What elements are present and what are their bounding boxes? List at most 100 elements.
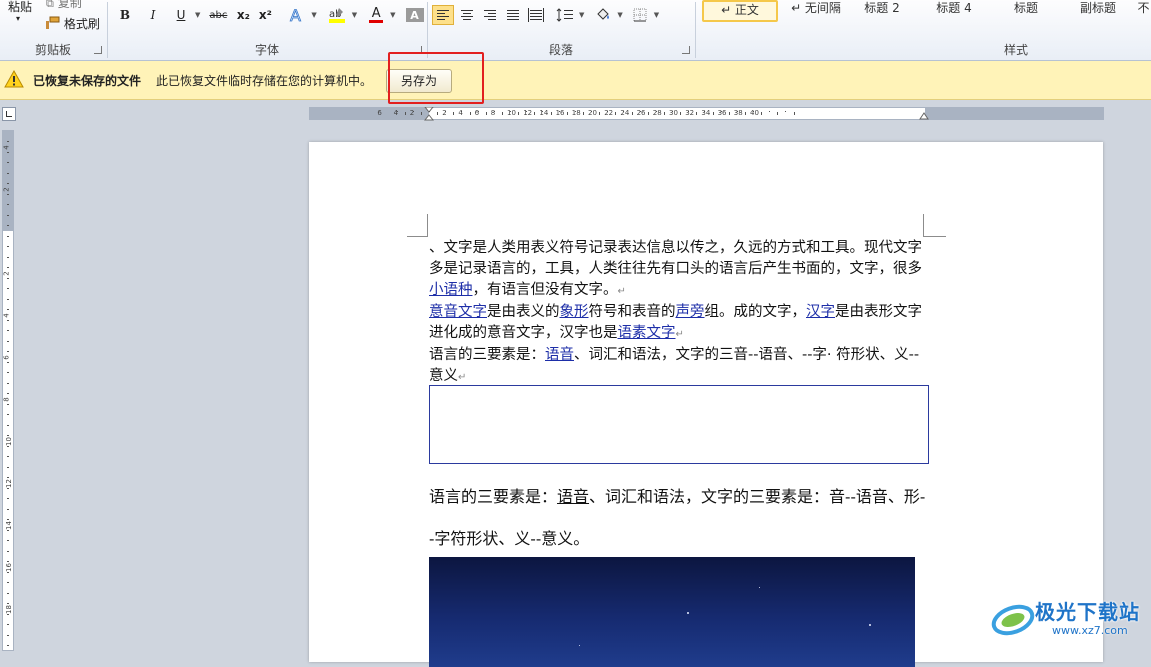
subscript-button[interactable]: x₂ (234, 6, 252, 24)
ruler-right-margin (925, 108, 1103, 119)
p2-text-2: 符号和表音的 (588, 304, 676, 320)
document-page[interactable]: 、文字是人类用表义符号记录表达信息以传之，久远的方式和工具。现代文字多是记录语言… (309, 142, 1103, 667)
empty-text-box[interactable] (429, 385, 929, 464)
right-indent-marker-icon[interactable] (919, 112, 929, 120)
ruler-number: 10 (507, 109, 516, 117)
superscript-button[interactable]: x² (256, 6, 274, 24)
paragraph-3: 语言的三要素是：语音、词汇和语法，文字的三音--语音、--字· 符形状、义--意… (429, 345, 929, 388)
underline-dropdown-icon[interactable]: ▼ (195, 11, 200, 19)
borders-dropdown-icon[interactable]: ▼ (654, 11, 659, 19)
site-watermark: 极光下载站 www.xz7.com (990, 596, 1150, 646)
ruler-number: 36 (717, 109, 727, 117)
link-xiaoyuzhong[interactable]: 小语种 (429, 282, 473, 298)
ruler-tick (7, 246, 9, 247)
link-xiangxing[interactable]: 象形 (560, 304, 589, 320)
ruler-tick (7, 193, 9, 195)
ruler-tick (7, 634, 9, 636)
link-yiyin-wenzi[interactable]: 意音文字 (429, 304, 487, 320)
font-color-button[interactable]: A (367, 6, 385, 24)
ruler-tick (7, 561, 9, 562)
ruler-tick (7, 183, 9, 184)
ruler-number: 28 (652, 109, 662, 117)
highlight-dropdown-icon[interactable]: ▼ (352, 11, 357, 19)
text-effects-dropdown-icon[interactable]: ▼ (311, 11, 316, 19)
font-color-dropdown-icon[interactable]: ▼ (390, 11, 395, 19)
serif-paragraph[interactable]: 语言的三要素是：语音、词汇和语法，文字的三要素是：音--语音、形--字符形状、义… (429, 476, 929, 560)
italic-button[interactable]: I (144, 6, 162, 24)
ruler-tick (712, 112, 714, 115)
ruler-number: 6 (2, 355, 11, 360)
recovered-file-bar: 已恢复未保存的文件 此已恢复文件临时存储在您的计算机中。 另存为 (0, 61, 1151, 100)
paragraph-mark: ↵ (675, 329, 684, 340)
align-center-icon (461, 8, 473, 22)
paste-button[interactable]: 粘贴 (8, 0, 32, 15)
ruler-tick (7, 445, 9, 447)
ruler-tick (7, 403, 9, 405)
text-effects-icon: A (290, 7, 302, 23)
ruler-tick (7, 487, 9, 489)
highlight-button[interactable]: ab (327, 6, 347, 24)
link-shengpang[interactable]: 声旁 (676, 304, 705, 320)
crop-mark-top-left (407, 214, 428, 237)
ruler-tick (7, 162, 9, 163)
underline-button[interactable]: U (172, 6, 190, 24)
ruler-tick (728, 112, 730, 115)
copy-button[interactable]: ⧉ 复制 (46, 0, 82, 11)
star-dot (759, 587, 760, 588)
style-more[interactable]: 不 (1136, 0, 1151, 18)
ruler-tick (420, 112, 422, 115)
shading-button[interactable] (593, 6, 613, 24)
paragraph-2: 意音文字是由表义的象形符号和表音的声旁组。成的文字，汉字是由表形文字进化成的意音… (429, 302, 929, 345)
shading-dropdown-icon[interactable]: ▼ (617, 11, 622, 19)
bold-button[interactable]: B (116, 6, 134, 24)
style-heading-4[interactable]: 标题 4 (924, 0, 984, 18)
link-yuyin[interactable]: 语音 (545, 347, 574, 363)
document-body[interactable]: 、文字是人类用表义符号记录表达信息以传之，久远的方式和工具。现代文字多是记录语言… (429, 238, 929, 388)
ruler-number: 8 (2, 397, 11, 402)
paste-dropdown-icon[interactable]: ▾ (16, 14, 20, 23)
ruler-tick (7, 498, 9, 499)
borders-button[interactable] (630, 6, 650, 24)
format-painter-label: 格式刷 (63, 17, 100, 31)
justify-button[interactable] (503, 6, 523, 24)
font-group: B I U ▼ abc x₂ x² A ▼ ab ▼ A ▼ A 字 字体 (108, 0, 449, 60)
distributed-button[interactable] (526, 6, 546, 24)
ruler-tick (7, 435, 9, 436)
style-heading-2[interactable]: 标题 2 (852, 0, 912, 18)
link-yusu-wenzi[interactable]: 语素文字 (618, 325, 676, 341)
warning-icon (4, 70, 24, 88)
star-dot (687, 612, 689, 614)
crop-mark-top-right (923, 214, 946, 237)
clipboard-dialog-launcher[interactable] (94, 46, 102, 54)
distributed-icon (528, 8, 544, 22)
align-left-button[interactable] (432, 5, 454, 25)
align-right-button[interactable] (480, 6, 500, 24)
paragraph-mark: ↵ (458, 372, 467, 383)
ruler-tick (7, 151, 9, 153)
align-center-button[interactable] (457, 6, 477, 24)
format-painter-button[interactable]: 格式刷 (44, 15, 100, 32)
ruler-tick (7, 298, 9, 300)
tab-selector-button[interactable] (2, 107, 16, 121)
ruler-tick (7, 277, 9, 279)
indent-marker-icon[interactable] (424, 107, 434, 121)
strikethrough-button[interactable]: abc (208, 6, 228, 24)
ruler-tick (7, 466, 9, 468)
style-title[interactable]: 标题 (996, 0, 1056, 18)
style-no-spacing[interactable]: ↵ 无间隔 (780, 0, 852, 18)
style-subtitle[interactable]: 副标题 (1068, 0, 1128, 18)
style-normal[interactable]: ↵ 正文 (702, 0, 778, 22)
ruler-tick (7, 519, 9, 520)
line-spacing-button[interactable] (555, 6, 575, 24)
line-spacing-dropdown-icon[interactable]: ▼ (579, 11, 584, 19)
ruler-tick (777, 112, 779, 115)
link-hanzi[interactable]: 汉字 (806, 304, 835, 320)
text-effects-button[interactable]: A (288, 6, 306, 24)
vertical-ruler[interactable]: 4 2 2 4 6 8 10 12 14 16 18 (2, 130, 14, 651)
ruler-tick (7, 372, 9, 373)
serif-text-1: 语言的三要素是： (429, 487, 558, 506)
horizontal-ruler[interactable]: 6 4 2 2 4 6 8 10 12 14 16 18 20 22 24 26 28 30 32 34 36 38 40 (309, 107, 1104, 121)
ruler-number: 18 (571, 109, 581, 117)
paragraph-dialog-launcher[interactable] (682, 46, 690, 54)
character-shading-button[interactable]: A (405, 8, 424, 22)
